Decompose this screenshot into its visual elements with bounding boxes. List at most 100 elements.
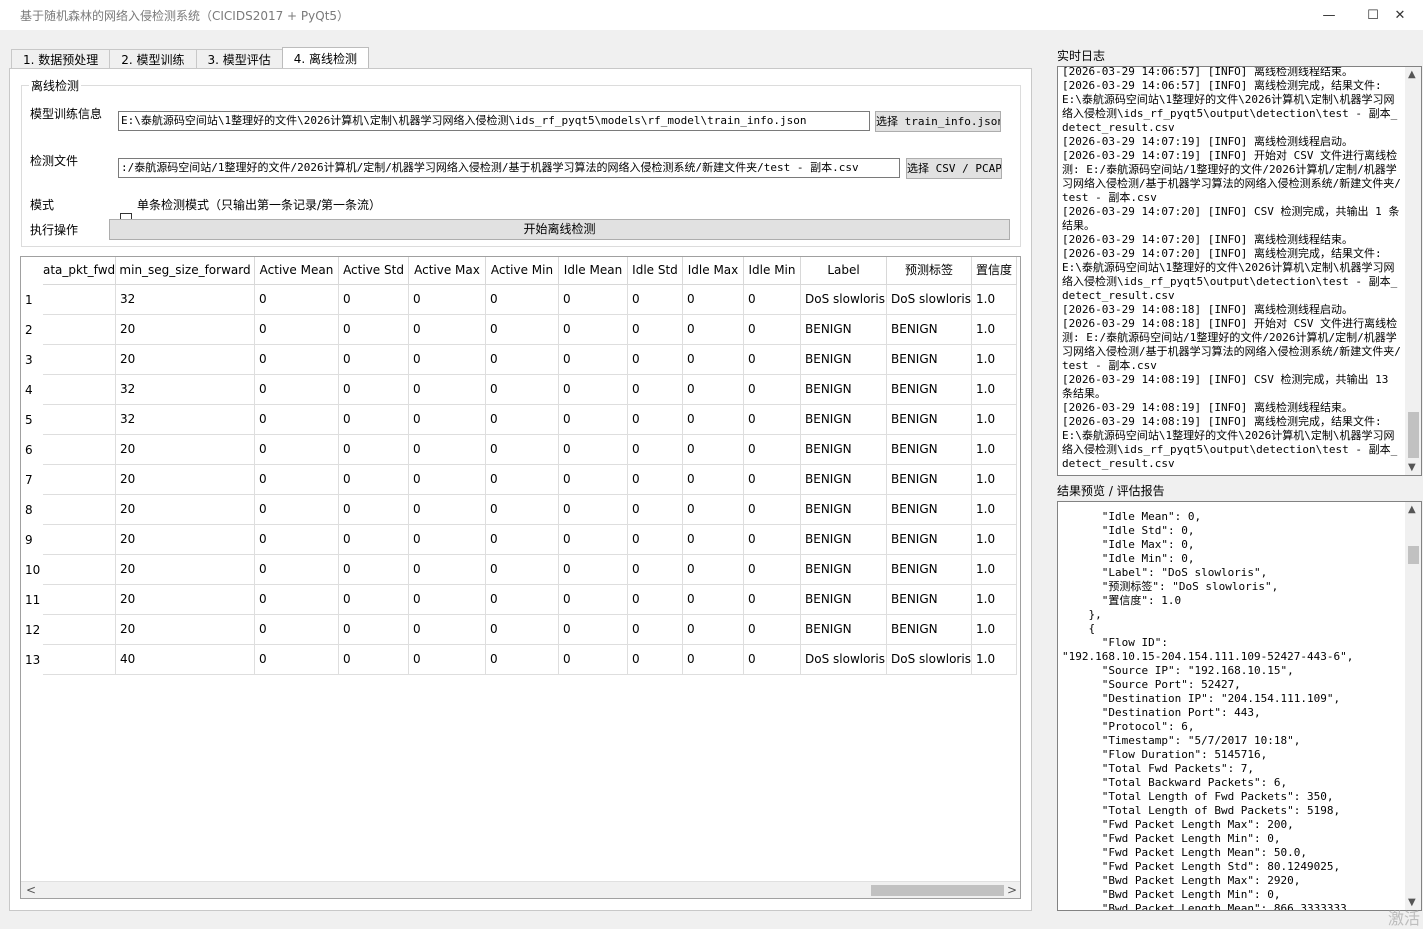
table-cell[interactable]: BENIGN bbox=[887, 615, 972, 644]
row-number[interactable]: 10 bbox=[21, 555, 43, 585]
table-cell[interactable]: 0 bbox=[744, 345, 801, 374]
table-cell[interactable]: 0 bbox=[486, 615, 559, 644]
table-cell[interactable]: 0 bbox=[339, 495, 409, 524]
row-number[interactable]: 11 bbox=[21, 585, 43, 615]
table-cell[interactable]: 0 bbox=[628, 465, 683, 494]
table-cell[interactable]: BENIGN bbox=[801, 315, 887, 344]
table-cell[interactable]: 0 bbox=[339, 525, 409, 554]
table-cell[interactable]: BENIGN bbox=[887, 315, 972, 344]
table-cell[interactable] bbox=[43, 555, 116, 584]
table-cell[interactable]: 0 bbox=[559, 285, 628, 314]
table-cell[interactable]: 1.0 bbox=[972, 435, 1017, 464]
table-cell[interactable]: 0 bbox=[559, 555, 628, 584]
table-cell[interactable]: 0 bbox=[255, 435, 339, 464]
table-cell[interactable]: 0 bbox=[255, 645, 339, 674]
table-cell[interactable]: 0 bbox=[559, 585, 628, 614]
table-cell[interactable]: 0 bbox=[255, 285, 339, 314]
table-cell[interactable]: 0 bbox=[628, 585, 683, 614]
row-number[interactable]: 6 bbox=[21, 435, 43, 465]
table-cell[interactable]: 0 bbox=[559, 435, 628, 464]
row-number[interactable]: 5 bbox=[21, 405, 43, 435]
table-cell[interactable]: 0 bbox=[744, 615, 801, 644]
table-cell[interactable]: BENIGN bbox=[801, 345, 887, 374]
table-cell[interactable]: 1.0 bbox=[972, 315, 1017, 344]
table-cell[interactable]: 0 bbox=[486, 345, 559, 374]
column-header[interactable]: Active Mean bbox=[255, 257, 339, 285]
table-cell[interactable]: 1.0 bbox=[972, 525, 1017, 554]
table-cell[interactable]: BENIGN bbox=[887, 585, 972, 614]
table-cell[interactable]: 1.0 bbox=[972, 495, 1017, 524]
column-header[interactable]: Idle Min bbox=[744, 257, 801, 285]
table-cell[interactable]: 0 bbox=[559, 315, 628, 344]
table-cell[interactable]: 0 bbox=[683, 435, 744, 464]
table-cell[interactable]: BENIGN bbox=[801, 615, 887, 644]
table-cell[interactable]: 0 bbox=[486, 435, 559, 464]
table-cell[interactable]: 0 bbox=[744, 435, 801, 464]
table-cell[interactable]: 20 bbox=[116, 465, 255, 494]
table-cell[interactable]: 1.0 bbox=[972, 285, 1017, 314]
table-cell[interactable]: 1.0 bbox=[972, 555, 1017, 584]
select-csv-pcap-button[interactable]: 选择 CSV / PCAP bbox=[906, 158, 1002, 179]
table-cell[interactable]: 0 bbox=[255, 375, 339, 404]
report-scroll-thumb[interactable] bbox=[1408, 546, 1419, 564]
table-cell[interactable]: 0 bbox=[255, 525, 339, 554]
table-cell[interactable]: 0 bbox=[744, 585, 801, 614]
table-cell[interactable]: BENIGN bbox=[801, 375, 887, 404]
tab-offline-detect[interactable]: 4. 离线检测 bbox=[281, 47, 370, 68]
row-number[interactable]: 7 bbox=[21, 465, 43, 495]
report-vertical-scrollbar[interactable]: ▲ ▼ bbox=[1405, 502, 1421, 910]
column-header[interactable]: Idle Mean bbox=[559, 257, 628, 285]
table-row[interactable]: 20 0 0 0 0 0 0 0 0 BENIGN BENIGN 1.0 bbox=[43, 435, 1017, 465]
row-number[interactable]: 12 bbox=[21, 615, 43, 645]
table-cell[interactable]: 0 bbox=[683, 555, 744, 584]
table-cell[interactable]: BENIGN bbox=[887, 405, 972, 434]
table-cell[interactable]: 0 bbox=[339, 285, 409, 314]
report-box[interactable]: "Idle Mean": 0, "Idle Std": 0, "Idle Max… bbox=[1057, 501, 1422, 911]
column-header[interactable]: Idle Std bbox=[628, 257, 683, 285]
table-cell[interactable]: 0 bbox=[486, 645, 559, 674]
train-info-path-field[interactable]: E:\泰航源码空间站\1整理好的文件\2026计算机\定制\机器学习网络入侵检测… bbox=[118, 111, 870, 131]
table-cell[interactable]: 0 bbox=[486, 375, 559, 404]
scroll-down-icon[interactable]: ▼ bbox=[1408, 462, 1416, 473]
scroll-up-icon[interactable]: ▲ bbox=[1408, 69, 1416, 80]
table-cell[interactable]: 0 bbox=[409, 525, 486, 554]
column-header[interactable]: ata_pkt_fwd bbox=[43, 257, 116, 285]
row-number[interactable]: 2 bbox=[21, 315, 43, 345]
table-cell[interactable] bbox=[43, 585, 116, 614]
table-cell[interactable]: BENIGN bbox=[801, 525, 887, 554]
scroll-left-icon[interactable]: < bbox=[26, 883, 36, 897]
row-number[interactable]: 8 bbox=[21, 495, 43, 525]
tab-preprocess[interactable]: 1. 数据预处理 bbox=[11, 49, 111, 69]
table-cell[interactable]: 0 bbox=[486, 495, 559, 524]
table-cell[interactable]: 0 bbox=[559, 525, 628, 554]
table-cell[interactable]: 0 bbox=[339, 615, 409, 644]
table-cell[interactable]: 0 bbox=[683, 315, 744, 344]
log-scroll-thumb[interactable] bbox=[1408, 412, 1419, 458]
row-number[interactable]: 13 bbox=[21, 645, 43, 675]
table-cell[interactable]: 0 bbox=[409, 345, 486, 374]
table-row[interactable]: 40 0 0 0 0 0 0 0 0 DoS slowloris DoS slowloris 1.0 bbox=[43, 645, 1017, 675]
table-cell[interactable]: 40 bbox=[116, 645, 255, 674]
table-cell[interactable]: 0 bbox=[486, 465, 559, 494]
table-cell[interactable]: 0 bbox=[744, 405, 801, 434]
table-cell[interactable]: 0 bbox=[628, 405, 683, 434]
table-cell[interactable]: 0 bbox=[409, 495, 486, 524]
table-cell[interactable]: BENIGN bbox=[887, 495, 972, 524]
horizontal-scroll-thumb[interactable] bbox=[871, 885, 1004, 896]
table-cell[interactable]: 0 bbox=[628, 285, 683, 314]
column-header[interactable]: Idle Max bbox=[683, 257, 744, 285]
table-cell[interactable]: 0 bbox=[409, 315, 486, 344]
table-cell[interactable]: 0 bbox=[339, 555, 409, 584]
table-cell[interactable]: 0 bbox=[255, 555, 339, 584]
table-cell[interactable] bbox=[43, 345, 116, 374]
table-cell[interactable]: BENIGN bbox=[801, 495, 887, 524]
table-cell[interactable]: 0 bbox=[683, 405, 744, 434]
table-cell[interactable]: 0 bbox=[409, 285, 486, 314]
table-cell[interactable]: 1.0 bbox=[972, 465, 1017, 494]
table-row[interactable]: 20 0 0 0 0 0 0 0 0 BENIGN BENIGN 1.0 bbox=[43, 615, 1017, 645]
close-button[interactable]: ✕ bbox=[1377, 0, 1423, 30]
table-cell[interactable]: 0 bbox=[559, 465, 628, 494]
table-cell[interactable]: BENIGN bbox=[801, 555, 887, 584]
table-cell[interactable]: 0 bbox=[409, 645, 486, 674]
table-cell[interactable]: 0 bbox=[339, 645, 409, 674]
